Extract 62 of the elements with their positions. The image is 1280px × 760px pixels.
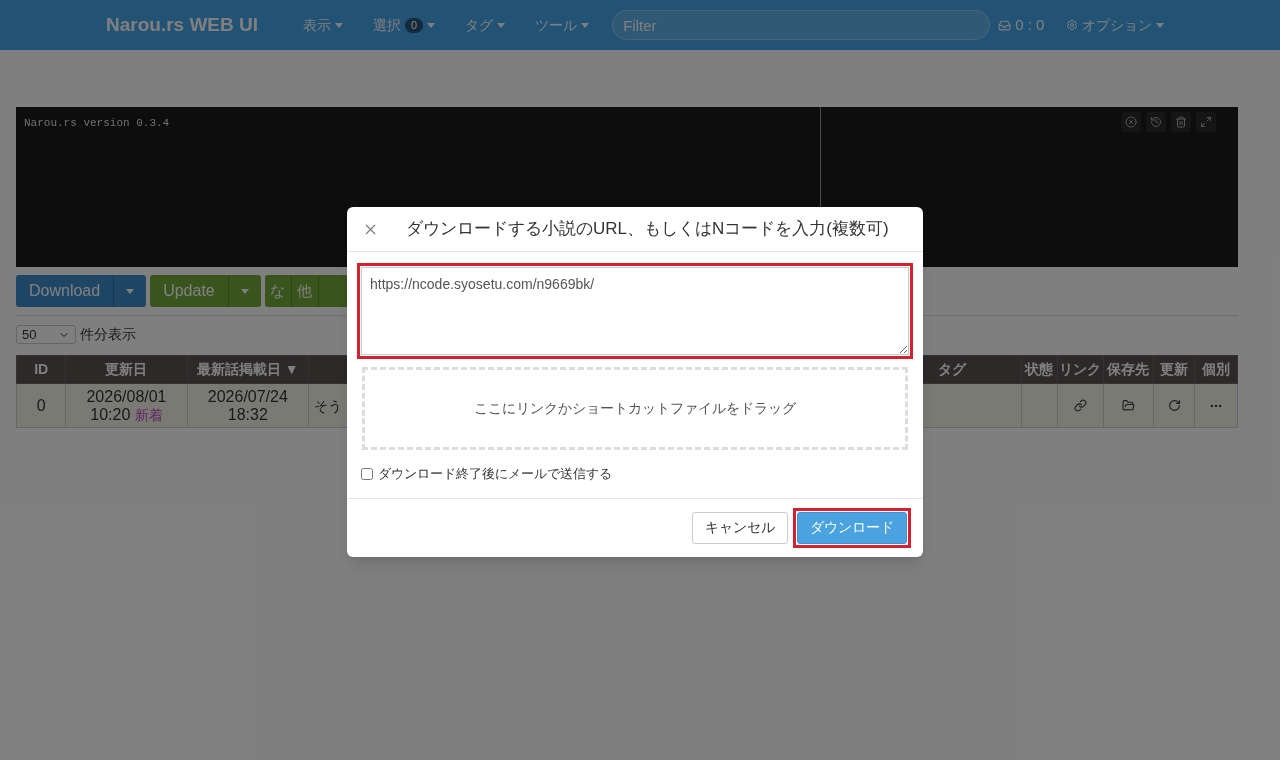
refresh-icon[interactable] xyxy=(1167,399,1181,412)
download-button[interactable]: ダウンロード xyxy=(797,511,907,544)
caret-icon xyxy=(335,22,344,28)
link-icon[interactable] xyxy=(1073,399,1087,412)
menu-label: ツール xyxy=(535,15,578,35)
brand[interactable]: Narou.rs WEB UI xyxy=(106,10,259,40)
tray-icon xyxy=(998,18,1012,32)
menu-label: 選択 xyxy=(373,15,402,35)
expand-icon xyxy=(1200,116,1212,128)
dropdown-toggle[interactable] xyxy=(228,275,261,307)
id-cell: 0 xyxy=(16,383,66,428)
caret-icon xyxy=(497,22,506,28)
count-badge: 0 xyxy=(405,17,424,33)
toolbar-button[interactable]: Update xyxy=(150,275,229,307)
console-line: Narou.rs version 0.3.4 xyxy=(24,116,171,131)
email-checkbox[interactable] xyxy=(361,467,373,480)
caret-icon xyxy=(581,22,590,28)
page-size-select[interactable]: 50 xyxy=(16,325,76,344)
column-header[interactable]: 最新話掲載日 ▼ xyxy=(187,355,309,384)
history-icon xyxy=(1150,116,1162,128)
menu-label: タグ xyxy=(465,15,494,35)
url-input[interactable]: https://ncode.syosetu.com/n9669bk/ xyxy=(361,267,909,355)
options-menu[interactable]: オプション xyxy=(1066,14,1165,36)
caret-icon xyxy=(427,22,436,28)
trash-icon xyxy=(1175,116,1187,128)
column-header[interactable]: 個別 xyxy=(1194,355,1238,384)
toolbar-button[interactable]: 他 xyxy=(291,275,319,307)
settings-icon xyxy=(1066,19,1079,31)
nav-menu[interactable]: ツール xyxy=(520,14,605,36)
column-header[interactable]: リンク xyxy=(1057,355,1104,384)
menu-label: 表示 xyxy=(303,15,332,35)
column-header[interactable]: 状態 xyxy=(1021,355,1058,384)
page-size-label: 件分表示 xyxy=(80,325,136,344)
queue-status[interactable]: 0 : 0 xyxy=(1015,13,1045,37)
nav-menu[interactable]: タグ xyxy=(450,14,521,36)
trash-button[interactable] xyxy=(1171,112,1191,132)
email-option-label: ダウンロード終了後にメールで送信する xyxy=(378,465,612,483)
nav-menu[interactable]: 表示 xyxy=(288,14,359,36)
cancel-button[interactable] xyxy=(1121,112,1141,132)
cancel-icon xyxy=(1125,116,1137,128)
nav-menu[interactable]: 選択 0 xyxy=(358,14,451,36)
column-header[interactable]: ID xyxy=(16,355,66,384)
expand-button[interactable] xyxy=(1196,112,1216,132)
title-cell: そう xyxy=(314,397,343,414)
caret-icon xyxy=(1156,22,1165,28)
toolbar-button[interactable]: な xyxy=(264,275,292,307)
posted-date-cell: 2026/07/24 18:32 xyxy=(187,383,309,428)
dialog-title: ダウンロードする小説のURL、もしくはNコードを入力(複数可) xyxy=(406,218,889,241)
caret-icon xyxy=(240,288,249,294)
column-header[interactable]: 更新日 xyxy=(65,355,188,384)
update-time: 10:20 xyxy=(90,405,131,423)
caret-icon xyxy=(126,288,135,294)
drop-zone[interactable]: ここにリンクかショートカットファイルをドラッグ xyxy=(362,367,908,450)
dropdown-toggle[interactable] xyxy=(114,275,147,307)
toolbar-button[interactable]: Download xyxy=(16,275,115,307)
column-header[interactable]: 更新 xyxy=(1153,355,1195,384)
column-header[interactable]: 保存先 xyxy=(1103,355,1154,384)
folder-icon[interactable] xyxy=(1121,399,1135,412)
update-date: 2026/08/01 xyxy=(85,387,168,406)
new-label: 新着 xyxy=(134,406,163,423)
history-button[interactable] xyxy=(1146,112,1166,132)
cancel-button[interactable]: キャンセル xyxy=(692,511,788,544)
